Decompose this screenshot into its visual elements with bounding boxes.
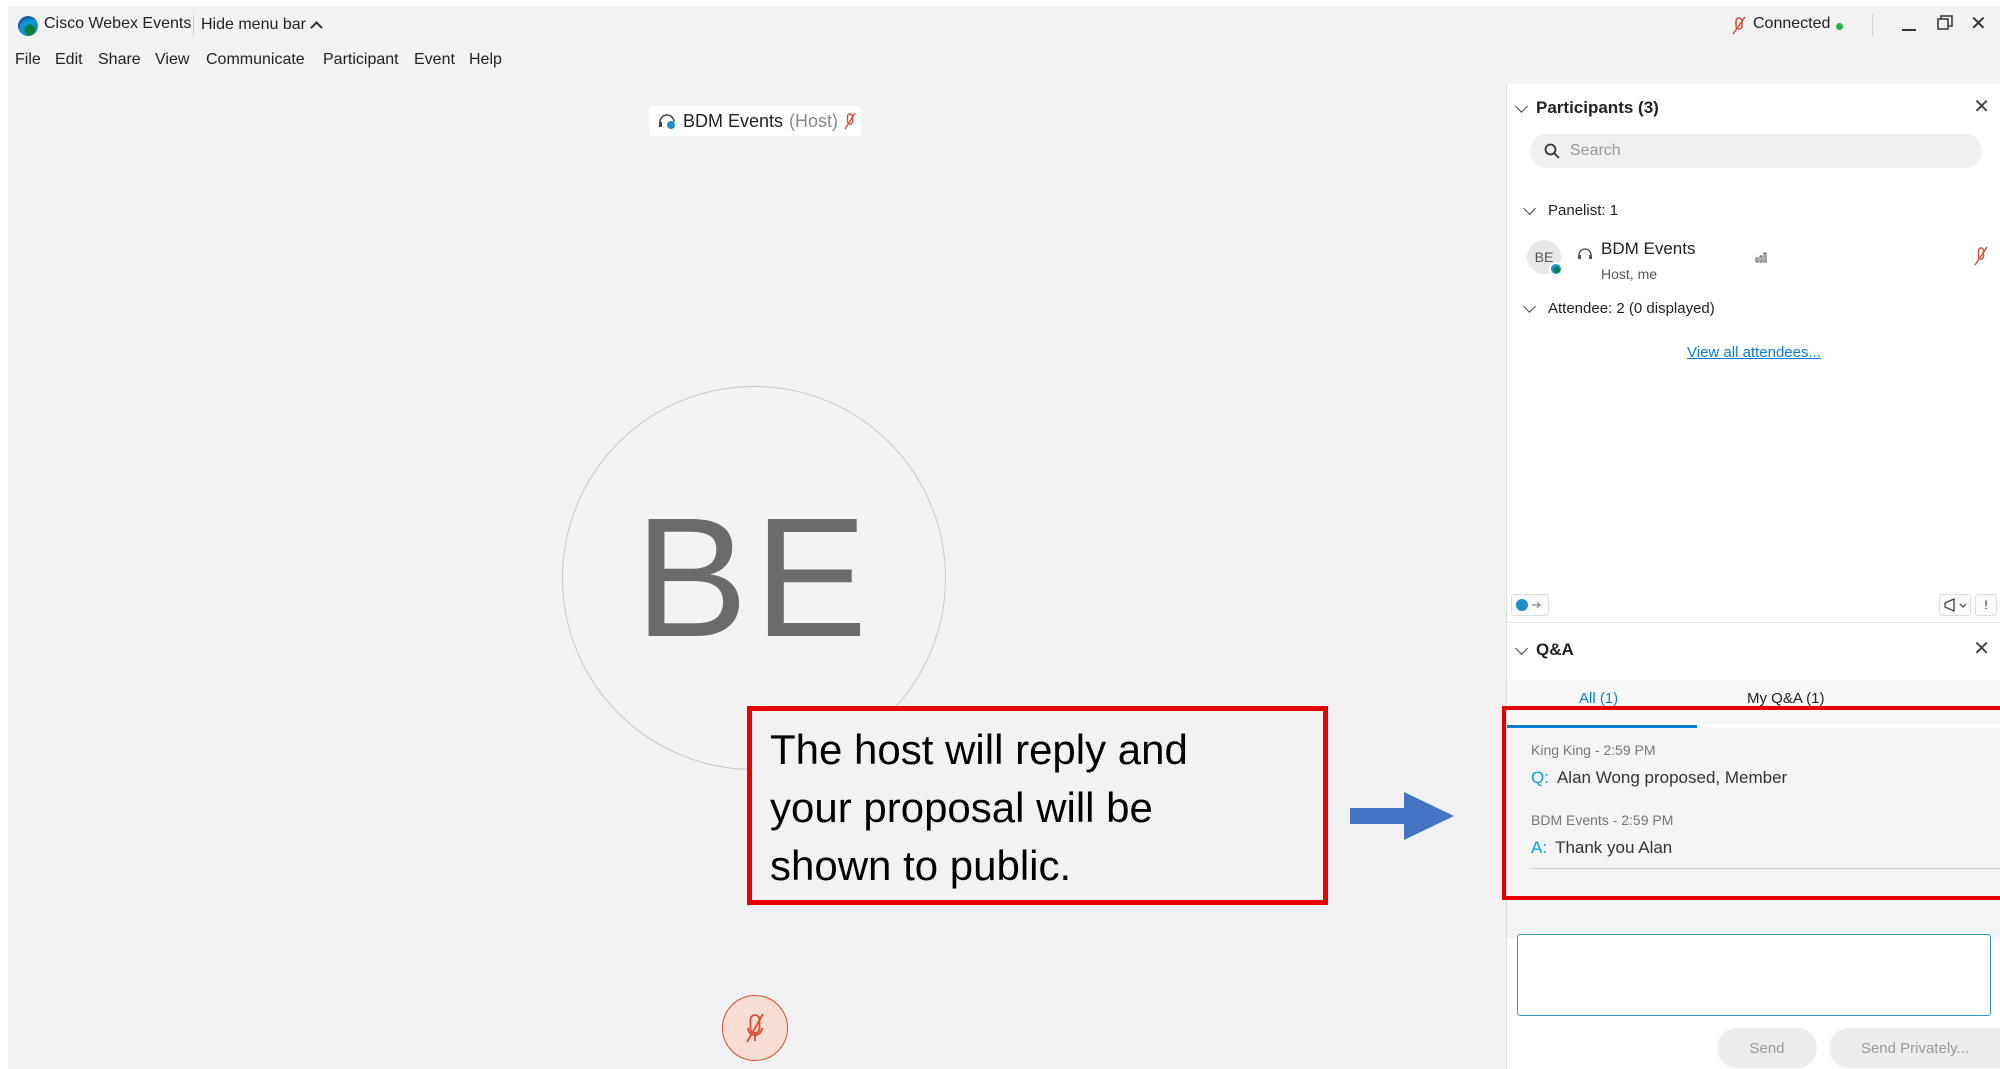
menu-event[interactable]: Event	[414, 51, 455, 69]
menu-share[interactable]: Share	[98, 51, 141, 69]
menu-file[interactable]: File	[15, 51, 41, 69]
panelist-count: Panelist: 1	[1548, 202, 1619, 219]
menu-bar: File Edit Share View Communicate Partici…	[8, 44, 2000, 74]
video-stage: BDM Events (Host) BE	[8, 76, 1506, 1069]
alert-icon[interactable]: !	[1975, 594, 1997, 616]
connected-dot-icon	[1836, 23, 1843, 30]
tab-all[interactable]: All (1)	[1579, 690, 1618, 707]
menu-participant[interactable]: Participant	[323, 51, 399, 69]
restore-button[interactable]	[1937, 15, 1953, 31]
app-title: Cisco Webex Events	[44, 15, 192, 32]
announce-button[interactable]	[1939, 594, 1971, 616]
search-input[interactable]	[1570, 142, 1950, 160]
muted-mic-icon[interactable]	[1973, 246, 1989, 266]
title-divider	[193, 15, 194, 35]
chevron-up-icon	[310, 20, 323, 34]
menu-communicate[interactable]: Communicate	[206, 51, 305, 69]
callout-line-1: The host will reply and	[770, 726, 1188, 773]
muted-mic-icon	[1732, 16, 1746, 35]
close-qa-button[interactable]: ✕	[1973, 636, 1990, 661]
headset-icon	[1578, 248, 1592, 259]
speaker-role: (Host)	[789, 110, 839, 131]
search-icon	[1544, 143, 1560, 159]
webex-status-button[interactable]	[1511, 594, 1549, 616]
unmute-button[interactable]	[722, 995, 788, 1061]
close-participants-button[interactable]: ✕	[1973, 94, 1990, 119]
callout-line-2: your proposal will be	[770, 784, 1153, 831]
panel-divider	[1507, 622, 2000, 623]
title-divider-right	[1872, 14, 1873, 36]
participant-initials: BE	[1534, 249, 1554, 265]
chevron-down-icon	[1523, 202, 1536, 215]
speaker-initials: BE	[634, 483, 874, 673]
qa-header[interactable]: Q&A	[1515, 640, 1574, 660]
active-speaker-label: BDM Events (Host)	[649, 106, 861, 136]
tab-my-qa[interactable]: My Q&A (1)	[1747, 690, 1825, 707]
muted-mic-icon	[746, 1013, 764, 1043]
webex-window: Cisco Webex Events Hide menu bar Connect…	[8, 6, 2000, 1069]
menu-help[interactable]: Help	[469, 51, 502, 69]
participants-title: Participants (3)	[1536, 98, 1659, 117]
megaphone-icon	[1944, 597, 1967, 613]
participants-header[interactable]: Participants (3)	[1515, 98, 1659, 118]
webex-arrow-icon	[1516, 599, 1541, 611]
instruction-callout: The host will reply and your proposal wi…	[747, 706, 1328, 905]
callout-line-3: shown to public.	[770, 842, 1072, 889]
qa-textarea[interactable]	[1518, 935, 1990, 1015]
title-bar: Cisco Webex Events Hide menu bar Connect…	[8, 6, 2000, 44]
headset-icon	[659, 114, 675, 129]
attendee-section-toggle[interactable]: Attendee: 2 (0 displayed)	[1523, 300, 1715, 317]
send-privately-button[interactable]: Send Privately...	[1829, 1028, 2000, 1068]
hide-menu-bar-button[interactable]: Hide menu bar	[201, 16, 323, 34]
webex-badge-icon	[1549, 262, 1563, 276]
right-arrow-icon	[1350, 792, 1454, 840]
minimize-button[interactable]	[1902, 19, 1918, 33]
webex-logo-icon	[18, 16, 38, 36]
connection-status: Connected	[1753, 15, 1831, 32]
qa-input-box[interactable]	[1517, 934, 1991, 1016]
close-window-button[interactable]: ✕	[1970, 14, 1987, 34]
panelist-section-toggle[interactable]: Panelist: 1	[1523, 202, 1619, 219]
attendee-count: Attendee: 2 (0 displayed)	[1548, 300, 1715, 317]
participant-role: Host, me	[1601, 266, 1658, 282]
menu-edit[interactable]: Edit	[55, 51, 83, 69]
muted-mic-icon	[844, 112, 856, 130]
signal-strength-icon	[1755, 252, 1767, 263]
chevron-down-icon	[1515, 99, 1528, 113]
view-all-attendees-link[interactable]: View all attendees...	[1507, 344, 2000, 361]
qa-highlight-frame	[1502, 706, 2000, 900]
chevron-down-icon	[1515, 641, 1528, 655]
qa-title: Q&A	[1536, 640, 1574, 659]
side-panel: Participants (3) ✕ Panelist: 1 BE BDM Ev…	[1506, 84, 2000, 1069]
speaker-name: BDM Events	[683, 110, 784, 131]
participant-name[interactable]: BDM Events	[1601, 239, 1695, 259]
hide-menu-bar-label: Hide menu bar	[201, 16, 306, 33]
send-button[interactable]: Send	[1717, 1028, 1817, 1068]
participant-search[interactable]	[1530, 134, 1982, 168]
chevron-down-icon	[1523, 300, 1536, 313]
menu-view[interactable]: View	[155, 51, 189, 69]
